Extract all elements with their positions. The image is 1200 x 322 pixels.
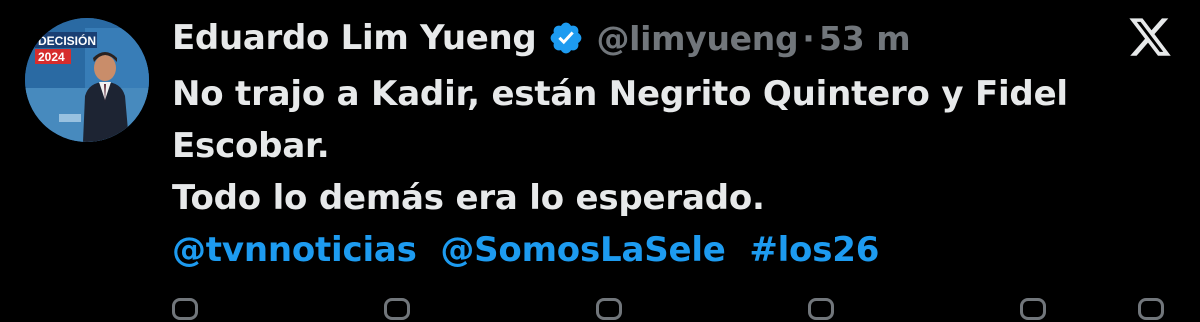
repost-icon[interactable]: [384, 298, 410, 320]
tweet-timestamp[interactable]: 53 m: [819, 19, 911, 58]
separator-dot: ·: [802, 18, 815, 58]
tweet-tags: @tvnnoticias @SomosLaSele #los26: [172, 224, 1172, 276]
x-logo-icon[interactable]: [1126, 14, 1174, 60]
tweet-header: Eduardo Lim Yueng @limyueng · 53 m: [172, 16, 911, 60]
tweet-card: DECISIÓN 2024 Eduardo Lim Yueng @limyuen…: [0, 0, 1200, 320]
like-icon[interactable]: [596, 298, 622, 320]
verified-badge-icon: [548, 20, 584, 56]
bookmark-icon[interactable]: [1020, 298, 1046, 320]
avatar-badge-year: 2024: [38, 50, 65, 64]
reply-icon[interactable]: [172, 298, 198, 320]
tweet-body: No trajo a Kadir, están Negrito Quintero…: [172, 68, 1172, 276]
avatar-image: DECISIÓN 2024: [25, 18, 149, 142]
views-icon[interactable]: [808, 298, 834, 320]
action-bar: [172, 298, 1172, 322]
avatar-badge-text: DECISIÓN: [38, 33, 96, 48]
tweet-text-line: Escobar.: [172, 126, 330, 166]
author-display-name[interactable]: Eduardo Lim Yueng: [172, 18, 537, 58]
mention-link[interactable]: @tvnnoticias: [172, 230, 417, 270]
hashtag-link[interactable]: #los26: [749, 230, 879, 270]
author-handle[interactable]: @limyueng: [596, 19, 798, 58]
tweet-text-line: Todo lo demás era lo esperado.: [172, 178, 765, 218]
tweet-text-line: No trajo a Kadir, están Negrito Quintero…: [172, 74, 1068, 114]
share-icon[interactable]: [1138, 298, 1164, 320]
mention-link[interactable]: @SomosLaSele: [440, 230, 726, 270]
author-avatar[interactable]: DECISIÓN 2024: [25, 18, 149, 142]
